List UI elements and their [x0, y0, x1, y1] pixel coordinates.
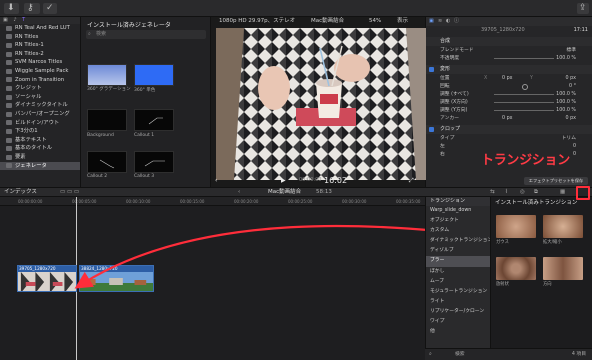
transition-category-item[interactable]: Warp_slide_down: [426, 206, 490, 216]
transition-label: ガウス: [496, 240, 509, 245]
transition-search-input[interactable]: 検索: [455, 349, 465, 360]
transitions-button-highlight[interactable]: [576, 186, 590, 200]
transition-category-item[interactable]: ワイプ: [426, 317, 490, 327]
transition-annotation: トランジション: [481, 153, 570, 168]
transition-browser-title: インストール済みトランジション: [495, 200, 578, 206]
transition-browser: インストール済みトランジション ガウス 拡大/縮小 放射状 方向: [490, 197, 592, 348]
transition-category-item[interactable]: ブラー: [426, 256, 490, 267]
filter-icon[interactable]: ⌕: [429, 349, 432, 360]
transition-category-list: Warp_slide_down オブジェクト カスタム ダイナミックトランジション ディ…: [426, 206, 490, 337]
transition-radial[interactable]: [496, 257, 536, 280]
transition-search-bar: ⌕ 検索 4 項目: [425, 348, 592, 360]
transition-category-item[interactable]: カスタム: [426, 226, 490, 236]
item-count: 4 項目: [571, 352, 586, 357]
transition-directional[interactable]: [543, 257, 583, 280]
transition-label: 拡大/縮小: [543, 240, 562, 245]
transition-category-item[interactable]: 他: [426, 327, 490, 337]
transition-category-item[interactable]: ムーブ: [426, 277, 490, 287]
transition-category-item[interactable]: ダイナミックトランジション: [426, 236, 490, 246]
transition-category-item[interactable]: モジュラートランジション: [426, 287, 490, 297]
final-cut-pro-window: ⬇ ⚷ ✓ ⇪ ▣ ♪ T RN Teal And Red LUT RN Titl…: [0, 0, 592, 360]
transition-category-item[interactable]: ライト: [426, 297, 490, 307]
transition-category-item[interactable]: リプリケーター/クローン: [426, 307, 490, 317]
transition-label: 放射状: [496, 282, 509, 287]
transition-category-item[interactable]: ぼかし: [426, 267, 490, 277]
transitions-header: トランジション: [426, 197, 490, 206]
transition-category-item[interactable]: オブジェクト: [426, 216, 490, 226]
transition-zoom[interactable]: [543, 215, 583, 238]
transition-category-item[interactable]: ディゾルブ: [426, 246, 490, 256]
transition-gauss[interactable]: [496, 215, 536, 238]
transition-label: 方向: [543, 282, 552, 287]
transition-categories: トランジション Warp_slide_down オブジェクト カスタム ダイナミックト…: [425, 197, 490, 348]
